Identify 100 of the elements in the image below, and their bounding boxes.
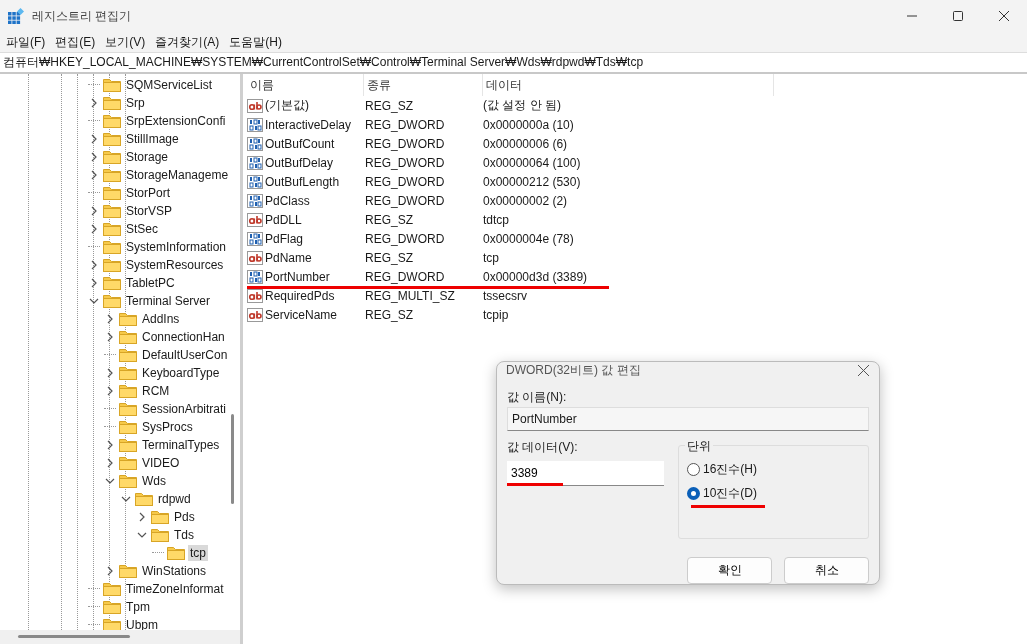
value-name-field[interactable]: PortNumber	[507, 407, 869, 431]
tree-item[interactable]: rdpwd	[156, 491, 193, 507]
folder-icon	[167, 546, 185, 560]
value-name[interactable]: OutBufLength	[265, 174, 340, 189]
folder-icon	[119, 330, 137, 344]
table-cell-text: REG_DWORD	[364, 269, 446, 284]
table-cell-text: REG_DWORD	[364, 193, 446, 208]
folder-icon	[119, 564, 137, 578]
folder-icon	[119, 402, 137, 416]
folder-icon	[103, 114, 121, 128]
tree-item[interactable]: StorVSP	[124, 203, 175, 219]
binary-value-icon	[247, 192, 263, 209]
radio-button[interactable]	[687, 486, 700, 500]
tree-item[interactable]: StSec	[124, 221, 160, 237]
radio-button[interactable]	[687, 462, 700, 476]
table-cell-text: 0x0000000a (10)	[483, 117, 575, 132]
folder-icon	[103, 150, 121, 164]
table-cell-text: 0x00000212 (530)	[483, 174, 582, 189]
scrollbar-thumb[interactable]	[231, 414, 234, 504]
tree-item[interactable]: Tpm	[124, 599, 152, 615]
menu-item[interactable]: 보기(V)	[103, 33, 154, 51]
folder-icon	[119, 366, 137, 380]
tree-item[interactable]: VIDEO	[140, 455, 182, 471]
menu-item[interactable]: 파일(F)	[4, 33, 54, 51]
binary-value-icon	[247, 173, 263, 190]
scrollbar-thumb[interactable]	[18, 635, 130, 638]
tree-item[interactable]: Ubpm	[124, 617, 160, 633]
value-name[interactable]: (기본값)	[265, 97, 309, 114]
tree-item[interactable]: StorPort	[124, 185, 172, 201]
binary-value-icon	[247, 268, 263, 285]
tree-item[interactable]: tcp	[188, 545, 208, 561]
table-cell-text: 0x00000d3d (3389)	[483, 269, 589, 284]
tree-item[interactable]: ConnectionHan	[140, 329, 227, 345]
menu-item[interactable]: 도움말(H)	[227, 33, 290, 51]
tree-item[interactable]: Tds	[172, 527, 196, 543]
folder-icon	[119, 312, 137, 326]
value-data-field[interactable]: 3389	[507, 461, 664, 486]
tree-item[interactable]: Srp	[124, 95, 147, 111]
tree-item[interactable]: SrpExtensionConfi	[124, 113, 228, 129]
ok-button[interactable]: 확인	[687, 557, 772, 584]
tree-item[interactable]: AddIns	[140, 311, 182, 327]
value-name[interactable]: RequiredPds	[265, 288, 335, 303]
value-name[interactable]: PdName	[265, 250, 312, 265]
binary-value-icon	[247, 154, 263, 171]
folder-icon	[103, 258, 121, 272]
cancel-button[interactable]: 취소	[784, 557, 869, 584]
tree-item[interactable]: KeyboardType	[140, 365, 222, 381]
tree-item[interactable]: SystemResources	[124, 257, 226, 273]
value-name[interactable]: PdDLL	[265, 212, 302, 227]
value-name[interactable]: PortNumber	[265, 269, 330, 284]
folder-icon	[135, 492, 153, 506]
tree-item[interactable]: Storage	[124, 149, 171, 165]
value-name[interactable]: InteractiveDelay	[265, 117, 352, 132]
tree-item[interactable]: StorageManageme	[124, 167, 231, 183]
radio-label[interactable]: 16진수(H)	[703, 460, 757, 478]
tree-item[interactable]: StillImage	[124, 131, 181, 147]
tree-item[interactable]: Wds	[140, 473, 168, 489]
tree-item[interactable]: RCM	[140, 383, 172, 399]
folder-icon	[103, 168, 121, 182]
table-cell-text: REG_SZ	[364, 307, 414, 322]
column-header[interactable]: 데이터	[483, 74, 774, 96]
menu-item[interactable]: 편집(E)	[53, 33, 104, 51]
radio-label[interactable]: 10진수(D)	[703, 484, 757, 502]
tree-item[interactable]: Terminal Server	[124, 293, 213, 309]
tree-item[interactable]: TimeZoneInformat	[124, 581, 226, 597]
folder-icon	[119, 384, 137, 398]
table-cell-text: (값 설정 안 됨)	[483, 97, 562, 114]
tree-item[interactable]: SessionArbitrati	[140, 401, 229, 417]
value-name[interactable]: PdClass	[265, 193, 310, 208]
tree-item[interactable]: TerminalTypes	[140, 437, 222, 453]
value-name[interactable]: PdFlag	[265, 231, 304, 246]
menu-item[interactable]: 즐겨찾기(A)	[153, 33, 228, 51]
value-name[interactable]: ServiceName	[265, 307, 338, 322]
table-cell-text: REG_DWORD	[364, 136, 446, 151]
folder-icon	[151, 528, 169, 542]
tree-item[interactable]: TabletPC	[124, 275, 177, 291]
maximize-icon[interactable]	[953, 11, 963, 21]
close-icon[interactable]	[858, 365, 869, 376]
string-value-icon	[247, 287, 263, 304]
column-header[interactable]: 종류	[364, 74, 483, 96]
value-name[interactable]: OutBufCount	[265, 136, 335, 151]
tree-item[interactable]: WinStations	[140, 563, 209, 579]
binary-value-icon	[247, 230, 263, 247]
table-cell-text: REG_SZ	[364, 250, 414, 265]
tree-item[interactable]: SysProcs	[140, 419, 195, 435]
folder-icon	[103, 240, 121, 254]
folder-icon	[103, 582, 121, 596]
tree-item[interactable]: SQMServiceList	[124, 77, 215, 93]
close-icon[interactable]	[999, 11, 1009, 21]
table-cell-text: REG_MULTI_SZ	[364, 288, 456, 303]
folder-icon	[103, 186, 121, 200]
value-name[interactable]: OutBufDelay	[265, 155, 334, 170]
tree-item[interactable]: Pds	[172, 509, 197, 525]
field-label: 값 이름(N):	[507, 388, 568, 406]
field-label: 값 데이터(V):	[507, 438, 579, 456]
column-header[interactable]: 이름	[247, 74, 364, 96]
tree-item[interactable]: DefaultUserCon	[140, 347, 230, 363]
folder-icon	[103, 204, 121, 218]
tree-item[interactable]: SystemInformation	[124, 239, 229, 255]
registry-app-icon	[8, 8, 24, 24]
